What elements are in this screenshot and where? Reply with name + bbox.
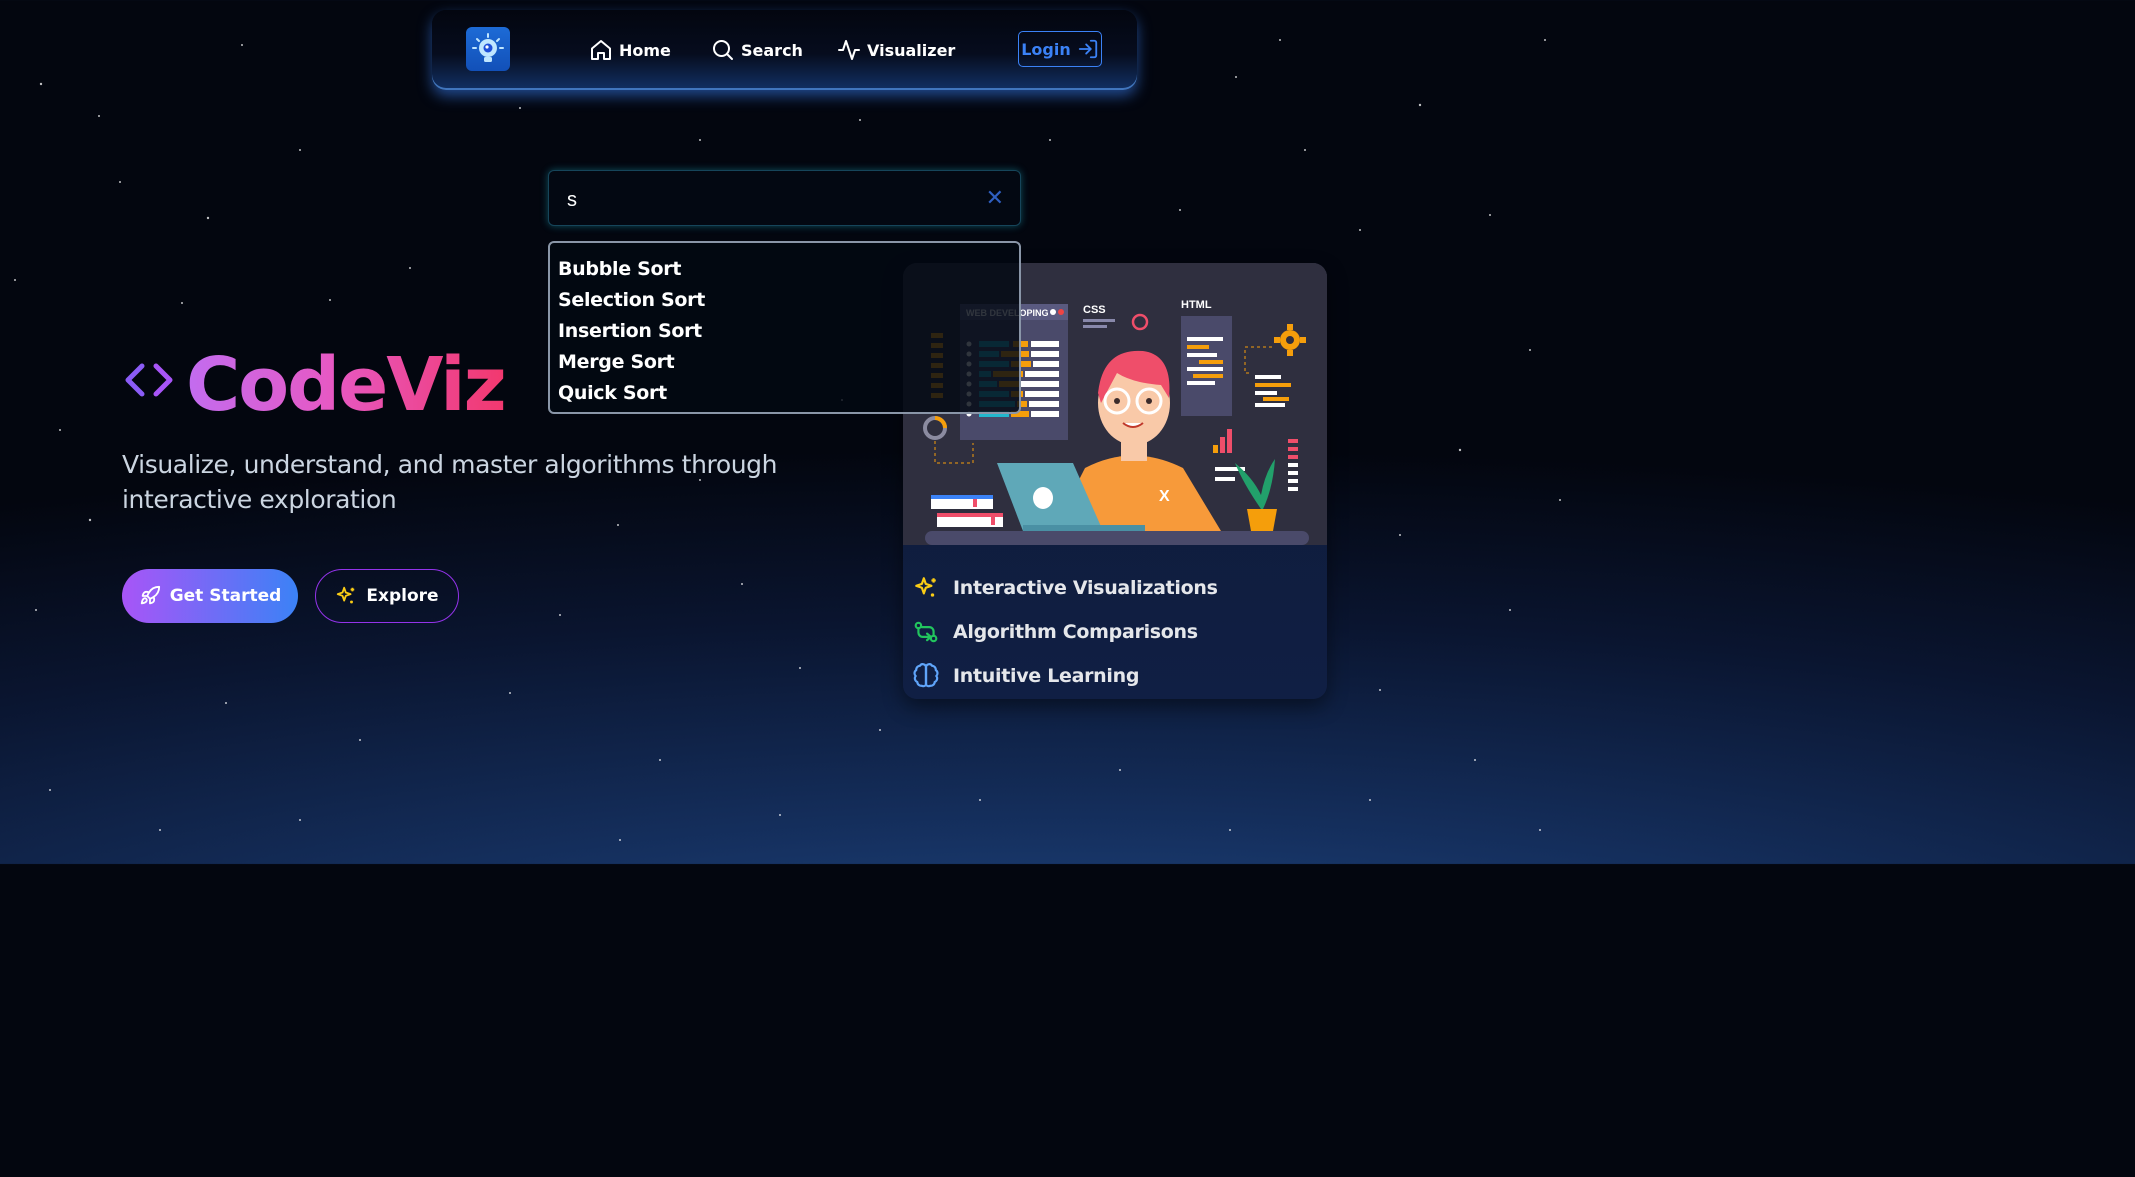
search-box: ✕ [548, 170, 1021, 226]
close-icon[interactable]: ✕ [986, 186, 1004, 212]
search-icon [713, 40, 733, 60]
lightbulb-icon [472, 33, 504, 62]
login-label: Login [1021, 39, 1071, 59]
feature-label: Algorithm Comparisons [953, 621, 1198, 643]
feature-interactive-visualizations: Interactive Visualizations [913, 573, 1218, 603]
feature-algorithm-comparisons: Algorithm Comparisons [913, 617, 1198, 647]
sparkles-icon [337, 586, 355, 604]
illustration-css-label: CSS [1083, 304, 1106, 316]
explore-button[interactable]: Explore [315, 569, 459, 623]
illustration-html-label: HTML [1181, 299, 1212, 311]
home-icon [591, 40, 611, 60]
sparkles-icon [915, 577, 936, 597]
hero-title: CodeViz [186, 342, 507, 428]
nav-search[interactable]: Search [711, 36, 803, 64]
brain-icon [913, 663, 939, 688]
search-result-item[interactable]: Insertion Sort [558, 318, 1011, 349]
get-started-button[interactable]: Get Started [122, 569, 298, 623]
feature-intuitive-learning: Intuitive Learning [913, 661, 1139, 691]
search-result-item[interactable]: Quick Sort [558, 380, 1011, 411]
nav-home[interactable]: Home [589, 36, 671, 64]
search-result-item[interactable]: Selection Sort [558, 287, 1011, 318]
nav-visualizer[interactable]: Visualizer [837, 36, 955, 64]
search-results-dropdown: Bubble Sort Selection Sort Insertion Sor… [548, 241, 1021, 414]
search-result-item[interactable]: Bubble Sort [558, 256, 1011, 287]
navbar: Home Search Visualizer Login [432, 10, 1137, 90]
login-icon [1078, 39, 1097, 59]
illustration-x-mark: X [1159, 488, 1170, 505]
git-compare-icon [914, 621, 938, 643]
feature-label: Intuitive Learning [953, 665, 1140, 687]
activity-icon [838, 40, 860, 60]
code-icon [125, 363, 173, 397]
rocket-icon [140, 585, 160, 605]
hero-subtitle: Visualize, understand, and master algori… [122, 450, 778, 514]
nav-visualizer-label: Visualizer [867, 40, 956, 60]
login-button[interactable]: Login [1018, 31, 1102, 67]
explore-label: Explore [366, 586, 439, 606]
nav-search-label: Search [741, 40, 803, 60]
search-result-item[interactable]: Merge Sort [558, 349, 1011, 380]
nav-home-label: Home [619, 40, 671, 60]
logo[interactable] [466, 27, 510, 71]
get-started-label: Get Started [169, 586, 282, 606]
feature-label: Interactive Visualizations [953, 577, 1218, 599]
search-input[interactable] [565, 185, 969, 215]
starfield [14, 39, 1561, 841]
